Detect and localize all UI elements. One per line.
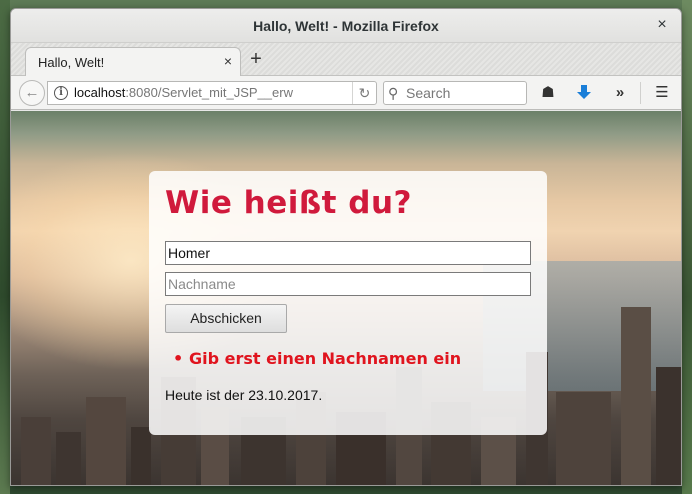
tab-label: Hallo, Welt!: [38, 55, 105, 70]
tab-bar: Hallo, Welt! × +: [11, 43, 681, 77]
url-bar[interactable]: i localhost:8080/Servlet_mit_JSP__erw ↻: [47, 81, 377, 105]
navigation-toolbar: ← i localhost:8080/Servlet_mit_JSP__erw …: [11, 76, 681, 110]
desktop-background-left: [0, 0, 10, 494]
account-icon[interactable]: ☗: [537, 82, 559, 104]
page-title: Wie heißt du?: [165, 185, 413, 221]
browser-window: Hallo, Welt! - Mozilla Firefox × Hallo, …: [10, 8, 682, 486]
first-name-field[interactable]: Homer: [165, 241, 531, 265]
last-name-field[interactable]: Nachname: [165, 272, 531, 296]
name-form-card: Wie heißt du? Homer Nachname Abschicken …: [149, 171, 547, 435]
search-placeholder: Search: [406, 85, 451, 101]
reload-icon[interactable]: ↻: [352, 82, 376, 104]
url-host: localhost: [74, 85, 126, 100]
desktop-background-right: [682, 0, 692, 494]
window-title: Hallo, Welt! - Mozilla Firefox: [253, 18, 439, 34]
hamburger-menu-icon[interactable]: ☰: [651, 82, 673, 104]
tab-hallo-welt[interactable]: Hallo, Welt! ×: [25, 47, 241, 77]
page-content: Wie heißt du? Homer Nachname Abschicken …: [11, 111, 681, 485]
tab-close-icon[interactable]: ×: [224, 53, 232, 69]
error-text: Gib erst einen Nachnamen ein: [189, 349, 462, 368]
url-path: :8080/Servlet_mit_JSP__erw: [125, 85, 293, 100]
download-icon[interactable]: [573, 82, 595, 104]
url-text[interactable]: localhost:8080/Servlet_mit_JSP__erw: [74, 82, 354, 104]
search-icon: ⚲: [388, 85, 399, 101]
back-arrow-icon[interactable]: ←: [19, 80, 45, 106]
toolbar-separator: [640, 82, 641, 104]
submit-button[interactable]: Abschicken: [165, 304, 287, 333]
site-info-icon[interactable]: i: [54, 86, 68, 100]
window-titlebar[interactable]: Hallo, Welt! - Mozilla Firefox ×: [11, 9, 681, 43]
new-tab-icon[interactable]: +: [245, 48, 267, 70]
search-input[interactable]: ⚲ Search: [383, 81, 527, 105]
error-message: • Gib erst einen Nachnamen ein: [173, 349, 462, 368]
window-close-icon[interactable]: ×: [653, 16, 671, 34]
date-text: Heute ist der 23.10.2017.: [165, 387, 323, 403]
overflow-chevron-icon[interactable]: »: [609, 82, 631, 104]
error-bullet: •: [173, 349, 184, 368]
